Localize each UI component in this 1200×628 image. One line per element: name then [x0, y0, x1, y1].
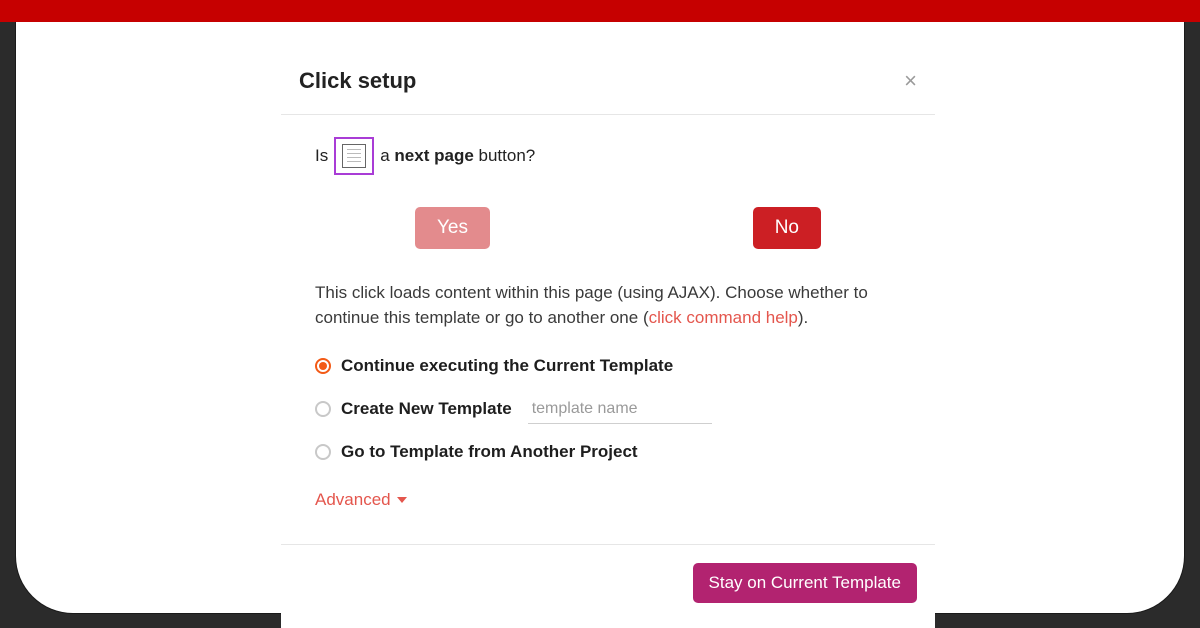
radio-label: Continue executing the Current Template [341, 356, 673, 376]
radio-create-new[interactable]: Create New Template [315, 394, 901, 424]
next-page-question: Is a next page button? [315, 137, 901, 175]
explanation-text: This click loads content within this pag… [315, 281, 901, 330]
radio-continue-current[interactable]: Continue executing the Current Template [315, 356, 901, 376]
element-thumbnail [334, 137, 374, 175]
modal-footer: Stay on Current Template [281, 544, 935, 628]
page-icon [342, 144, 366, 168]
close-icon[interactable]: × [904, 70, 917, 92]
top-stripe [0, 0, 1200, 22]
modal-header: Click setup × [281, 44, 935, 115]
question-middle: a [380, 146, 394, 165]
radio-label: Go to Template from Another Project [341, 442, 638, 462]
click-command-help-link[interactable]: click command help [649, 308, 798, 327]
yes-no-row: Yes No [315, 207, 901, 249]
radio-goto-other-project[interactable]: Go to Template from Another Project [315, 442, 901, 462]
new-template-name-input[interactable] [528, 394, 712, 424]
question-suffix: button? [474, 146, 535, 165]
advanced-label: Advanced [315, 490, 391, 510]
radio-icon [315, 358, 331, 374]
yes-button[interactable]: Yes [415, 207, 490, 249]
radio-label: Create New Template [341, 399, 512, 419]
template-action-radios: Continue executing the Current Template … [315, 356, 901, 462]
question-bold: next page [394, 146, 473, 165]
advanced-toggle[interactable]: Advanced [315, 490, 407, 510]
explain-after: ). [798, 308, 808, 327]
radio-icon [315, 401, 331, 417]
main-panel: Click setup × Is a next page button? Yes… [15, 22, 1185, 614]
radio-icon [315, 444, 331, 460]
modal-body: Is a next page button? Yes No This click… [281, 115, 935, 544]
modal-title: Click setup [299, 68, 416, 94]
no-button[interactable]: No [753, 207, 821, 249]
stay-on-current-template-button[interactable]: Stay on Current Template [693, 563, 917, 603]
chevron-down-icon [397, 497, 407, 503]
question-prefix: Is [315, 146, 328, 166]
click-setup-modal: Click setup × Is a next page button? Yes… [281, 44, 935, 628]
